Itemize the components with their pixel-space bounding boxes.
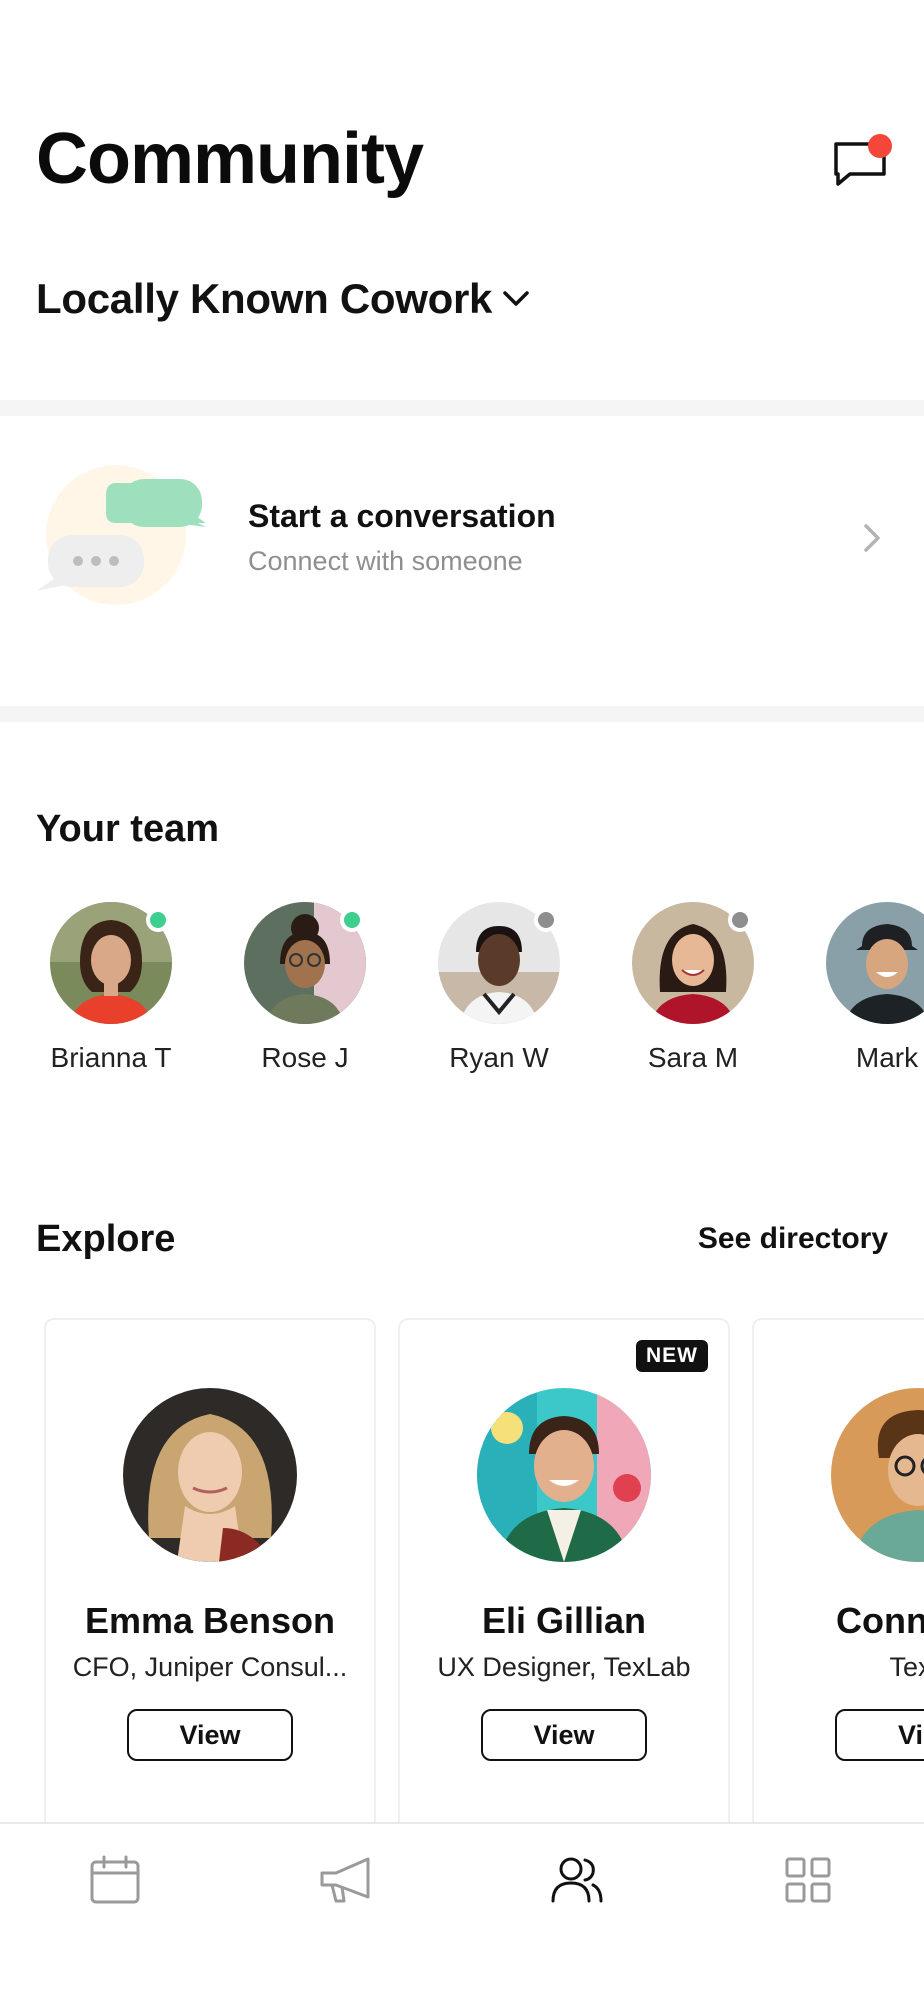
see-directory-link[interactable]: See directory xyxy=(698,1222,888,1256)
explore-carousel[interactable]: Emma Benson CFO, Juniper Consul... View … xyxy=(0,1318,924,1823)
section-divider xyxy=(0,706,924,722)
location-selector[interactable]: Locally Known Cowork xyxy=(36,275,530,323)
view-profile-button[interactable]: View xyxy=(481,1709,647,1761)
member-name: Sara M xyxy=(647,1042,739,1073)
calendar-icon xyxy=(90,1855,140,1904)
page-title: Community xyxy=(36,119,424,199)
people-icon xyxy=(551,1857,603,1903)
tab-more[interactable] xyxy=(773,1850,843,1910)
member-name: Ryan W xyxy=(449,1042,549,1073)
new-badge: NEW xyxy=(636,1340,708,1372)
avatar xyxy=(50,902,172,1024)
tab-calendar[interactable] xyxy=(80,1850,150,1910)
avatar xyxy=(826,902,924,1024)
conversation-illustration xyxy=(36,463,216,613)
chevron-down-icon xyxy=(503,291,529,306)
team-member[interactable]: Mark xyxy=(802,902,924,1074)
view-profile-button[interactable]: Vie xyxy=(835,1709,924,1761)
member-name: Brianna T xyxy=(50,1042,172,1073)
megaphone-icon xyxy=(320,1857,370,1903)
team-member[interactable]: Ryan W xyxy=(414,902,584,1074)
conversation-title: Start a conversation xyxy=(248,498,556,534)
member-name: Rose J xyxy=(261,1042,349,1073)
card-role: TexL xyxy=(889,1652,924,1682)
grid-icon xyxy=(785,1857,831,1903)
card-role: CFO, Juniper Consul... xyxy=(72,1652,348,1682)
member-card[interactable]: Emma Benson CFO, Juniper Consul... View xyxy=(44,1318,376,1823)
card-role: UX Designer, TexLab xyxy=(437,1652,691,1682)
avatar xyxy=(438,902,560,1024)
member-name: Mark xyxy=(855,1042,919,1073)
chevron-right-icon xyxy=(864,524,880,552)
start-conversation-row[interactable]: Start a conversation Connect with someon… xyxy=(0,418,924,706)
section-divider xyxy=(0,400,924,416)
card-name: Eli Gillian xyxy=(481,1600,647,1641)
explore-section-title: Explore xyxy=(36,1218,176,1260)
bottom-tab-bar xyxy=(0,1822,924,2000)
online-status-indicator xyxy=(340,908,364,932)
member-card[interactable]: NEW Eli Gillian UX Designer, TexLab View xyxy=(398,1318,730,1823)
card-name: Emma Benson xyxy=(84,1600,336,1641)
messages-button[interactable] xyxy=(832,134,892,190)
tab-announcements[interactable] xyxy=(311,1850,381,1910)
tab-community[interactable] xyxy=(542,1850,612,1910)
offline-status-indicator xyxy=(534,908,558,932)
offline-status-indicator xyxy=(728,908,752,932)
team-member[interactable]: Rose J xyxy=(220,902,390,1074)
page-header: Community xyxy=(36,118,924,200)
conversation-subtitle: Connect with someone xyxy=(248,546,523,576)
team-member[interactable]: Brianna T xyxy=(26,902,196,1074)
card-photo xyxy=(831,1388,924,1562)
team-member[interactable]: Sara M xyxy=(608,902,778,1074)
avatar xyxy=(632,902,754,1024)
member-card[interactable]: Connor D TexL Vie xyxy=(752,1318,924,1823)
card-photo xyxy=(123,1388,297,1562)
location-name: Locally Known Cowork xyxy=(36,275,493,322)
team-carousel[interactable]: Brianna T Rose J Ryan W Sara M Mark xyxy=(0,902,924,1082)
team-section-title: Your team xyxy=(36,808,220,850)
online-status-indicator xyxy=(146,908,170,932)
avatar xyxy=(244,902,366,1024)
card-photo xyxy=(477,1388,651,1562)
card-name: Connor D xyxy=(836,1600,924,1641)
view-profile-button[interactable]: View xyxy=(127,1709,293,1761)
unread-badge xyxy=(868,134,892,158)
